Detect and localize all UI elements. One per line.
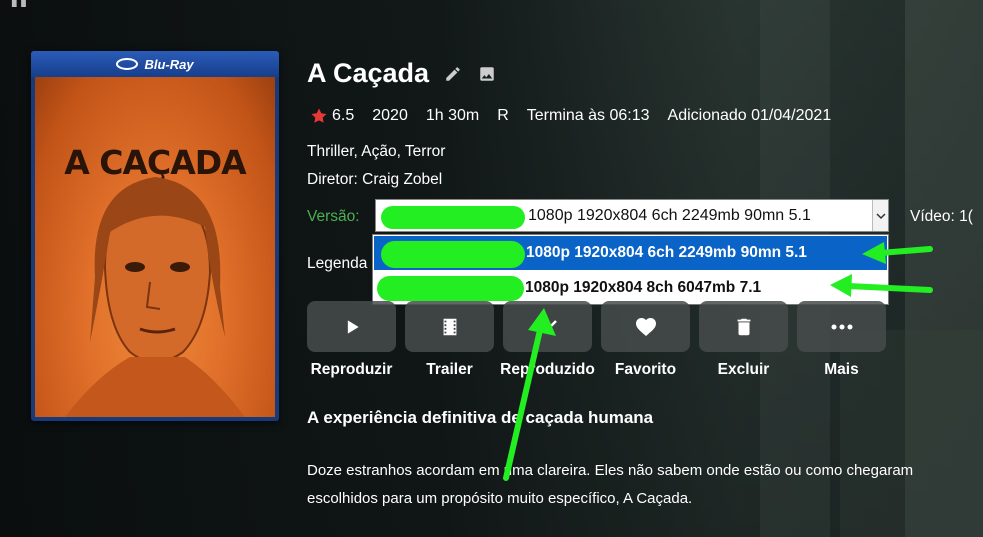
play-icon	[347, 319, 359, 334]
bluray-badge: Blu-Ray	[31, 51, 279, 77]
more-icon	[831, 324, 852, 329]
overview: Doze estranhos acordam em uma clareira. …	[307, 457, 983, 513]
check-icon	[538, 319, 557, 334]
redaction-mark	[381, 206, 525, 229]
played-button-label: Reproduzido	[500, 361, 595, 378]
image-icon[interactable]	[477, 64, 497, 84]
played-button[interactable]: Reproduzido	[500, 301, 595, 379]
release-year: 2020	[372, 107, 408, 124]
runtime: 1h 30m	[425, 107, 480, 124]
favorite-button-label: Favorito	[614, 361, 677, 378]
more-button[interactable]: Mais	[797, 301, 886, 379]
movie-poster: Blu-Ray A CAÇADA	[31, 51, 279, 421]
film-icon	[443, 318, 456, 335]
redaction-mark	[377, 276, 524, 301]
movie-title: A Caçada	[307, 58, 430, 88]
subtitle-label: Legenda	[307, 255, 368, 272]
heart-icon	[635, 317, 656, 336]
date-added: Adicionado 01/04/2021	[667, 107, 832, 124]
tagline: A experiência definitiva de caçada human…	[307, 408, 654, 427]
overview-line: escolhidos para um propósito muito espec…	[307, 490, 693, 507]
trailer-button-label: Trailer	[426, 361, 473, 378]
bluray-badge-label: Blu-Ray	[144, 56, 194, 72]
star-icon	[311, 108, 327, 123]
redaction-mark	[381, 241, 525, 268]
delete-button[interactable]: Excluir	[699, 301, 788, 379]
genres: Thriller, Ação, Terror	[307, 143, 446, 160]
poster-face-illustration	[65, 177, 245, 417]
overview-line: Doze estranhos acordam em uma clareira. …	[307, 462, 914, 479]
edit-pencil-icon[interactable]	[443, 64, 463, 84]
more-button-label: Mais	[824, 361, 859, 378]
trailer-button[interactable]: Trailer	[405, 301, 494, 379]
favorite-button[interactable]: Favorito	[601, 301, 690, 379]
director: Diretor: Craig Zobel	[307, 171, 443, 188]
community-rating: 6.5	[332, 107, 355, 124]
chevron-down-icon[interactable]	[872, 200, 888, 231]
age-rating: R	[497, 107, 509, 124]
version-label: Versão:	[307, 208, 360, 225]
menu-glyph[interactable]: ▘▘	[12, 0, 30, 14]
action-bar: Reproduzir Trailer Reproduzido Favorito …	[307, 301, 886, 379]
play-button[interactable]: Reproduzir	[307, 301, 396, 379]
video-label: Vídeo: 1(	[910, 208, 973, 225]
ends-at: Termina às 06:13	[526, 107, 650, 124]
bluray-disc-icon	[116, 58, 139, 70]
delete-button-label: Excluir	[717, 361, 770, 378]
poster-artwork: A CAÇADA	[35, 77, 275, 417]
play-button-label: Reproduzir	[310, 361, 393, 378]
trash-icon	[737, 318, 750, 335]
